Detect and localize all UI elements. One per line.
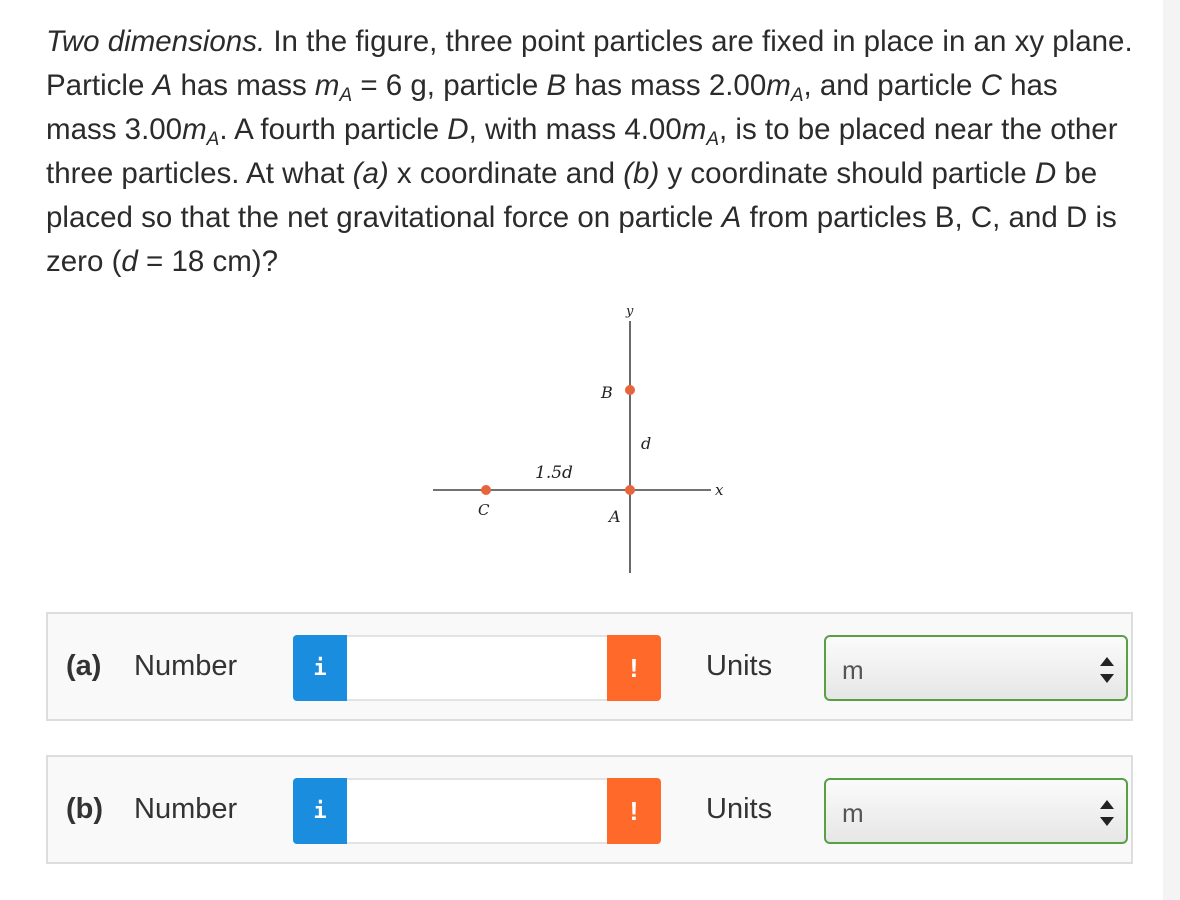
units-select-b[interactable]: m — [824, 778, 1128, 844]
answer-row-b: (b) Number i ! Units m — [46, 755, 1133, 864]
select-arrows-icon — [1100, 800, 1114, 826]
label-c: C — [478, 501, 490, 519]
warning-icon-a: ! — [607, 635, 661, 701]
label-d: d — [641, 434, 651, 453]
number-label-a: Number — [134, 650, 238, 682]
particle-figure: y x B d A C 1.5d — [425, 295, 755, 585]
units-label-a: Units — [706, 650, 773, 682]
particle-b — [625, 385, 635, 395]
part-label-b: (b) — [66, 793, 104, 825]
y-axis-label: y — [625, 304, 634, 319]
info-button-b[interactable]: i — [293, 778, 347, 844]
number-label-b: Number — [134, 793, 238, 825]
units-select-value-b: m — [842, 798, 864, 828]
label-1-5d: 1.5d — [535, 463, 573, 483]
particle-a — [625, 485, 635, 495]
answer-row-a: (a) Number i ! Units m — [46, 612, 1133, 721]
number-input-b[interactable] — [347, 778, 607, 844]
units-label-b: Units — [706, 793, 773, 825]
units-select-a[interactable]: m — [824, 635, 1128, 701]
select-arrows-icon — [1100, 657, 1114, 683]
number-input-a[interactable] — [347, 635, 607, 701]
question-lead: Two dimensions. — [46, 25, 266, 58]
x-axis-label: x — [715, 481, 724, 499]
label-b: B — [600, 383, 613, 402]
units-select-value-a: m — [842, 655, 864, 685]
info-button-a[interactable]: i — [293, 635, 347, 701]
label-a: A — [607, 507, 621, 526]
warning-icon-b: ! — [607, 778, 661, 844]
question-text: Two dimensions. In the figure, three poi… — [46, 25, 1133, 278]
part-label-a: (a) — [66, 650, 102, 682]
particle-c — [481, 485, 491, 495]
question-page: Two dimensions. In the figure, three poi… — [0, 0, 1163, 900]
